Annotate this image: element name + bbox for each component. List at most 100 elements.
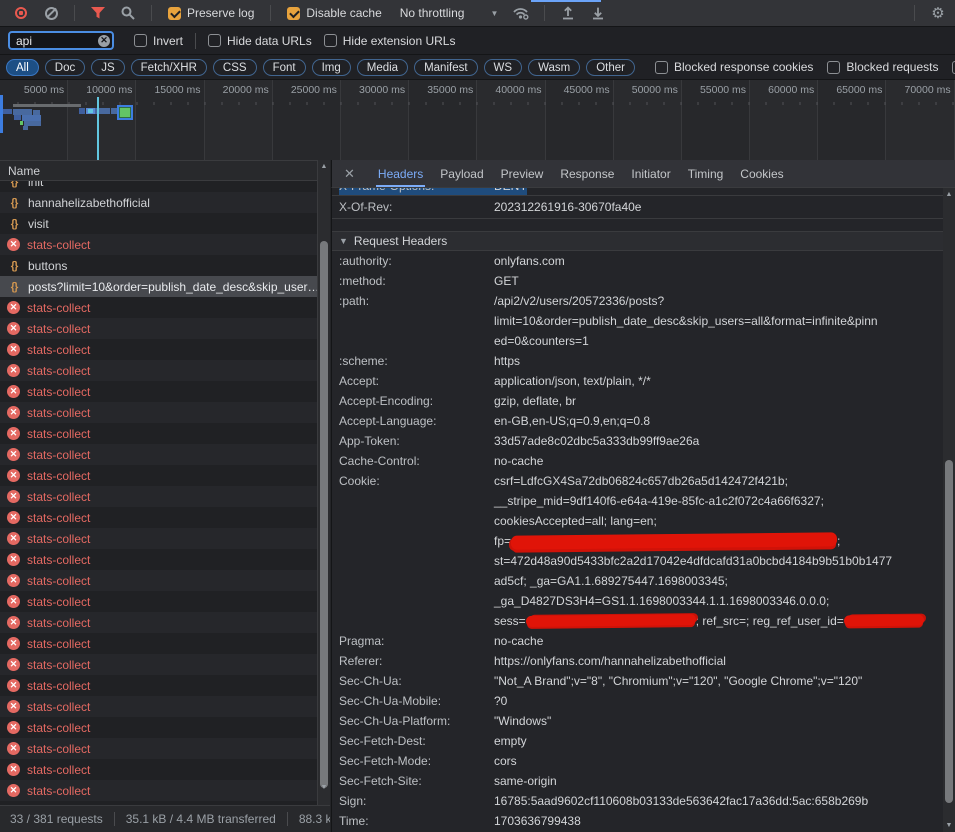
filter-pill-media[interactable]: Media xyxy=(357,59,408,76)
settings-button[interactable]: ⚙ xyxy=(925,3,951,23)
header-value-line: csrf=LdfcGX4Sa72db06824c657db26a5d142472… xyxy=(494,471,924,491)
tab-response[interactable]: Response xyxy=(560,160,614,187)
request-list: {}init{}hannahelizabethofficial{}visit✕s… xyxy=(0,181,317,805)
header-value: 33d57ade8c02dbc5a333db99ff9ae26a xyxy=(494,431,699,451)
tab-preview[interactable]: Preview xyxy=(501,160,544,187)
filter-pill-doc[interactable]: Doc xyxy=(45,59,85,76)
disable-cache-checkbox[interactable] xyxy=(287,7,300,20)
overview-tick: 15000 ms xyxy=(136,80,204,160)
scroll-down-icon[interactable]: ▼ xyxy=(318,784,330,791)
request-failed-icon: ✕ xyxy=(7,679,20,692)
scrollbar-thumb[interactable] xyxy=(320,241,328,788)
request-name: stats-collect xyxy=(27,721,90,735)
filter-toggle-button[interactable] xyxy=(85,3,111,23)
scroll-down-icon[interactable]: ▼ xyxy=(943,822,955,829)
filter-pill-wasm[interactable]: Wasm xyxy=(528,59,580,76)
table-row[interactable]: ✕stats-collect xyxy=(0,486,317,507)
detail-tabbar: ✕ Headers Payload Preview Response Initiator… xyxy=(331,160,955,188)
fetch-request-icon: {} xyxy=(7,260,21,272)
scrollbar-thumb[interactable] xyxy=(945,460,953,803)
filter-pill-font[interactable]: Font xyxy=(263,59,306,76)
filter-pill-ws[interactable]: WS xyxy=(484,59,523,76)
filter-pill-css[interactable]: CSS xyxy=(213,59,257,76)
table-row[interactable]: ✕stats-collect xyxy=(0,675,317,696)
filter-pill-manifest[interactable]: Manifest xyxy=(414,59,477,76)
overview-tick: 20000 ms xyxy=(205,80,273,160)
table-row[interactable]: ✕stats-collect xyxy=(0,738,317,759)
header-name: Sec-Fetch-Dest: xyxy=(339,731,494,751)
blocked-requests-checkbox[interactable] xyxy=(827,61,840,74)
table-row[interactable]: ✕stats-collect xyxy=(0,465,317,486)
table-row[interactable]: ✕stats-collect xyxy=(0,570,317,591)
table-row[interactable]: ✕stats-collect xyxy=(0,717,317,738)
header-value-line: sess=; ref_src=; reg_ref_user_id= xyxy=(494,611,924,631)
table-row[interactable]: {}hannahelizabethofficial xyxy=(0,192,317,213)
table-row[interactable]: ✕stats-collect xyxy=(0,381,317,402)
record-button[interactable] xyxy=(8,3,34,23)
import-har-button[interactable] xyxy=(555,3,581,23)
table-row[interactable]: ✕stats-collect xyxy=(0,696,317,717)
blocked-response-cookies-checkbox[interactable] xyxy=(655,61,668,74)
name-column-label: Name xyxy=(8,164,40,178)
table-row[interactable]: ✕stats-collect xyxy=(0,654,317,675)
table-row[interactable]: ✕stats-collect xyxy=(0,297,317,318)
table-row[interactable]: ✕stats-collect xyxy=(0,780,317,801)
throttling-select[interactable]: No throttling ▼ xyxy=(400,6,499,20)
request-failed-icon: ✕ xyxy=(7,490,20,503)
tab-headers[interactable]: Headers xyxy=(378,160,423,187)
request-headers-section[interactable]: ▼ Request Headers xyxy=(332,231,943,251)
table-row[interactable]: {}posts?limit=10&order=publish_date_desc… xyxy=(0,276,317,297)
export-har-button[interactable] xyxy=(585,3,611,23)
table-row[interactable]: ✕stats-collect xyxy=(0,318,317,339)
table-row[interactable]: ✕stats-collect xyxy=(0,423,317,444)
clear-filter-icon[interactable]: ✕ xyxy=(98,35,110,47)
preserve-log-checkbox[interactable] xyxy=(168,7,181,20)
table-row[interactable]: ✕stats-collect xyxy=(0,507,317,528)
search-button[interactable] xyxy=(115,3,141,23)
close-icon[interactable]: ✕ xyxy=(344,166,355,182)
filter-pill-js[interactable]: JS xyxy=(91,59,124,76)
tab-initiator[interactable]: Initiator xyxy=(631,160,670,187)
request-failed-icon: ✕ xyxy=(7,637,20,650)
table-row[interactable]: ✕stats-collect xyxy=(0,591,317,612)
table-row[interactable]: ✕stats-collect xyxy=(0,549,317,570)
table-row[interactable]: {}init xyxy=(0,181,317,192)
detail-scrollbar[interactable]: ▲ ▼ xyxy=(943,188,955,832)
name-column-header[interactable]: Name xyxy=(0,160,330,181)
filter-pill-other[interactable]: Other xyxy=(586,59,635,76)
scroll-up-icon[interactable]: ▲ xyxy=(318,163,330,170)
table-row[interactable]: ✕stats-collect xyxy=(0,759,317,780)
table-row[interactable]: ✕stats-collect xyxy=(0,234,317,255)
scroll-up-icon[interactable]: ▲ xyxy=(943,191,955,198)
table-row[interactable]: {}visit xyxy=(0,213,317,234)
table-row[interactable]: ✕stats-collect xyxy=(0,360,317,381)
table-row[interactable]: ✕stats-collect xyxy=(0,444,317,465)
request-name: init xyxy=(28,181,43,189)
table-row[interactable]: ✕stats-collect xyxy=(0,339,317,360)
header-value-line: en-GB,en-US;q=0.9,en;q=0.8 xyxy=(494,411,650,431)
table-row[interactable]: ✕stats-collect xyxy=(0,402,317,423)
tab-cookies[interactable]: Cookies xyxy=(740,160,783,187)
table-row[interactable]: {}buttons xyxy=(0,255,317,276)
table-row[interactable]: ✕stats-collect xyxy=(0,612,317,633)
tab-payload[interactable]: Payload xyxy=(440,160,483,187)
disable-cache-label: Disable cache xyxy=(306,6,381,20)
network-overview[interactable]: 5000 ms10000 ms15000 ms20000 ms25000 ms3… xyxy=(0,80,955,160)
filter-pill-fetch-xhr[interactable]: Fetch/XHR xyxy=(131,59,207,76)
network-conditions-button[interactable] xyxy=(508,3,534,23)
table-row[interactable]: ✕stats-collect xyxy=(0,528,317,549)
request-name: stats-collect xyxy=(27,238,90,252)
filter-pill-img[interactable]: Img xyxy=(312,59,351,76)
tab-timing[interactable]: Timing xyxy=(688,160,724,187)
request-failed-icon: ✕ xyxy=(7,700,20,713)
waterfall-bar xyxy=(14,115,21,120)
header-row: :path:/api2/v2/users/20572336/posts?limi… xyxy=(332,291,943,351)
table-row[interactable]: ✕stats-collect xyxy=(0,633,317,654)
invert-checkbox[interactable] xyxy=(134,34,147,47)
clear-button[interactable] xyxy=(38,3,64,23)
request-list-scrollbar[interactable]: ▲ ▼ xyxy=(317,160,330,805)
hide-data-urls-checkbox[interactable] xyxy=(208,34,221,47)
hide-extension-urls-checkbox[interactable] xyxy=(324,34,337,47)
funnel-icon xyxy=(91,7,105,20)
filter-pill-all[interactable]: All xyxy=(6,59,39,76)
